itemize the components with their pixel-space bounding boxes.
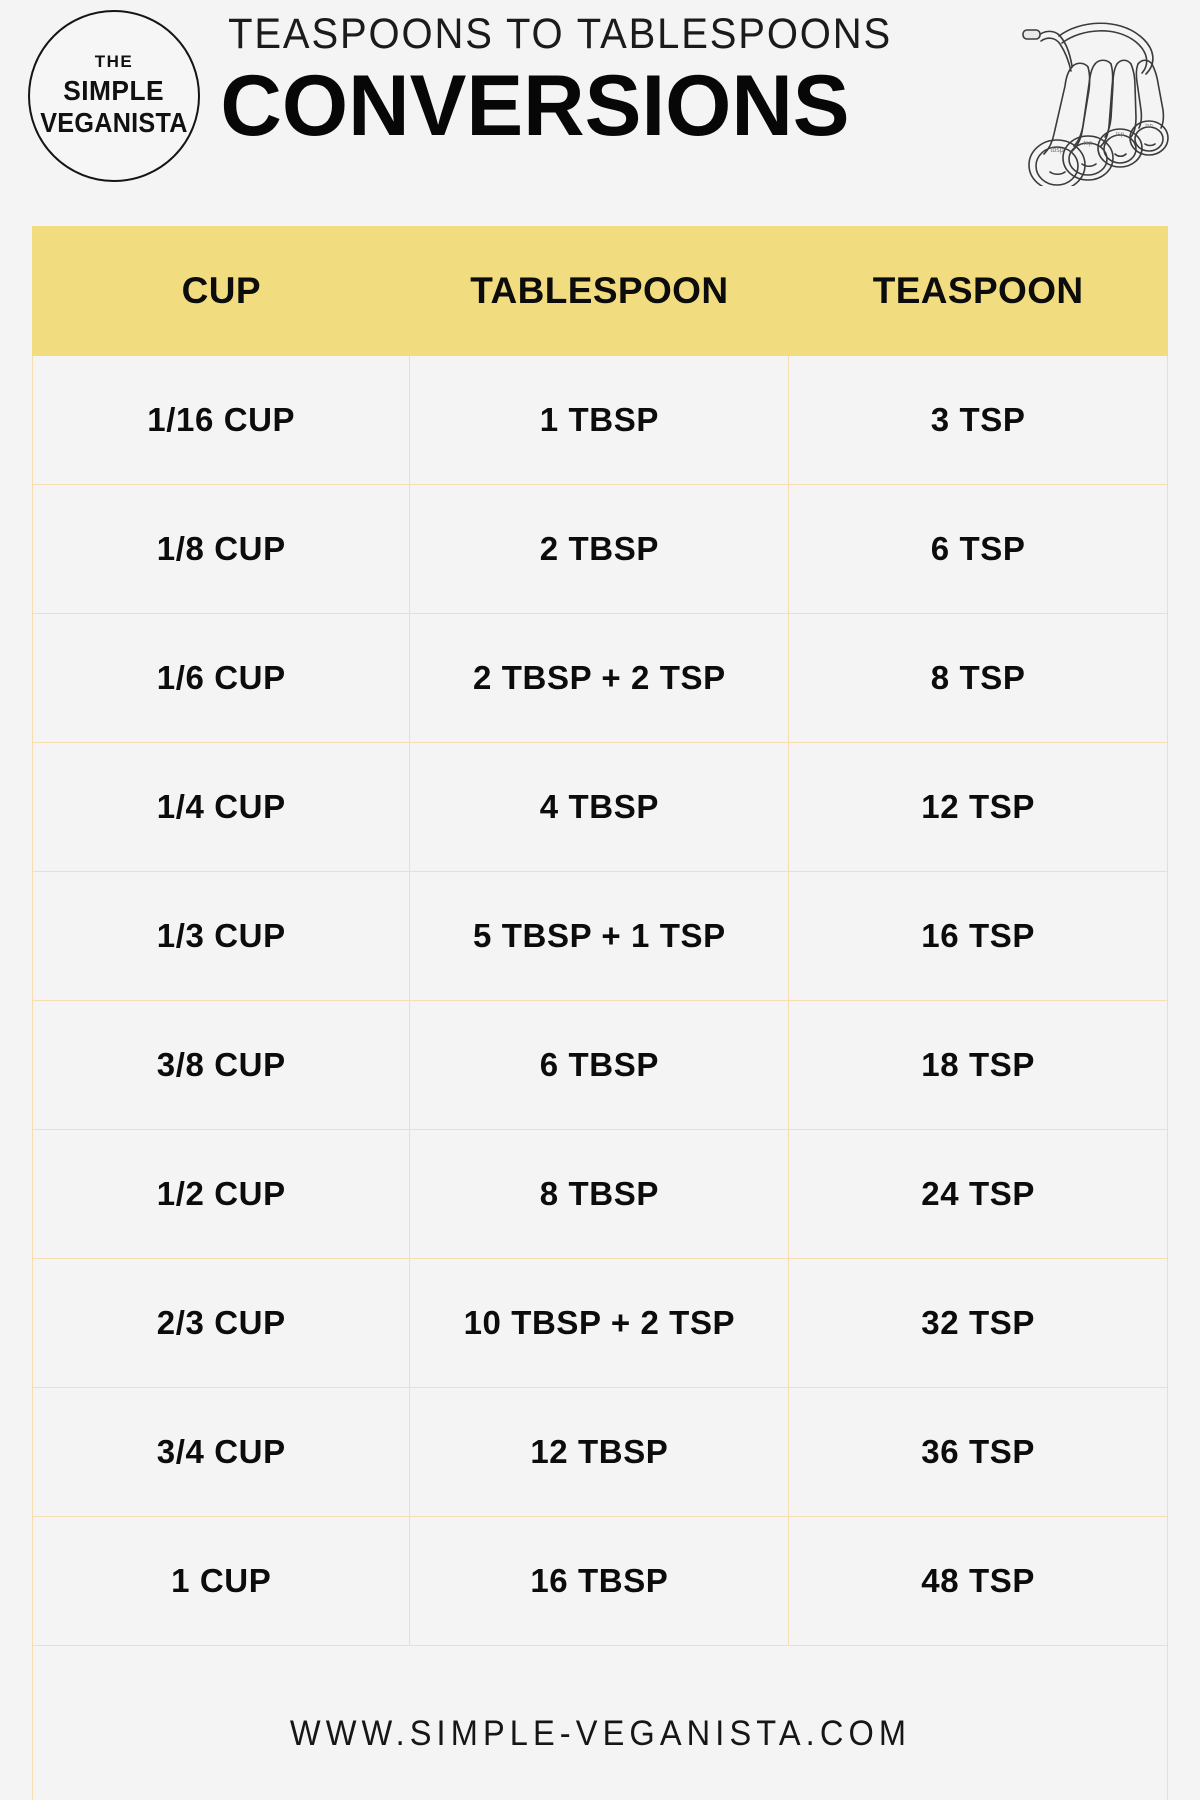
conversion-chart-page: THE SIMPLE VEGANISTA TEASPOONS TO TABLES… <box>0 0 1200 1800</box>
cell-teaspoon: 6 TSP <box>788 484 1168 614</box>
table-body: 1/16 CUP 1 TBSP 3 TSP 1/8 CUP 2 TBSP 6 T… <box>31 355 1168 1800</box>
table-row: 3/4 CUP 12 TBSP 36 TSP <box>31 1387 1168 1517</box>
cell-tablespoon: 4 TBSP <box>409 742 790 872</box>
cell-cup: 1 CUP <box>31 1516 411 1646</box>
svg-text:tsp: tsp <box>1116 132 1125 138</box>
cell-cup: 3/4 CUP <box>31 1387 411 1517</box>
conversion-table: CUP TABLESPOON TEASPOON 1/16 CUP 1 TBSP … <box>31 226 1168 1800</box>
cell-teaspoon: 32 TSP <box>788 1258 1168 1388</box>
logo-text-simple: SIMPLE <box>63 74 165 106</box>
column-header-tablespoon: TABLESPOON <box>409 226 790 356</box>
table-row: 2/3 CUP 10 TBSP + 2 TSP 32 TSP <box>31 1258 1168 1388</box>
logo-text-veganista: VEGANISTA <box>40 106 188 138</box>
table-row: 1/2 CUP 8 TBSP 24 TSP <box>31 1129 1168 1259</box>
cell-cup: 1/2 CUP <box>31 1129 411 1259</box>
cell-cup: 3/8 CUP <box>31 1000 411 1130</box>
title-block: TEASPOONS TO TABLESPOONS CONVERSIONS <box>205 10 893 155</box>
table-row: 3/8 CUP 6 TBSP 18 TSP <box>31 1000 1168 1130</box>
table-row: 1/4 CUP 4 TBSP 12 TSP <box>31 742 1168 872</box>
page-header: THE SIMPLE VEGANISTA TEASPOONS TO TABLES… <box>0 0 1200 210</box>
table-row: 1/16 CUP 1 TBSP 3 TSP <box>31 355 1168 485</box>
cell-tablespoon: 10 TBSP + 2 TSP <box>409 1258 790 1388</box>
table-row: 1/3 CUP 5 TBSP + 1 TSP 16 TSP <box>31 871 1168 1001</box>
cell-teaspoon: 3 TSP <box>788 355 1168 485</box>
cell-tablespoon: 16 TBSP <box>409 1516 790 1646</box>
cell-teaspoon: 16 TSP <box>788 871 1168 1001</box>
cell-tablespoon: 5 TBSP + 1 TSP <box>409 871 790 1001</box>
cell-tablespoon: 12 TBSP <box>409 1387 790 1517</box>
svg-text:tbsp: tbsp <box>1050 147 1063 154</box>
measuring-spoons-icon: tbsp tsp tsp tsp <box>1010 14 1186 191</box>
cell-cup: 1/6 CUP <box>31 613 411 743</box>
cell-tablespoon: 2 TBSP + 2 TSP <box>409 613 790 743</box>
cell-cup: 1/4 CUP <box>31 742 411 872</box>
cell-cup: 1/16 CUP <box>31 355 411 485</box>
cell-teaspoon: 48 TSP <box>788 1516 1168 1646</box>
cell-tablespoon: 1 TBSP <box>409 355 790 485</box>
svg-text:tsp: tsp <box>1145 123 1152 129</box>
svg-text:tsp: tsp <box>1084 140 1093 147</box>
cell-teaspoon: 24 TSP <box>788 1129 1168 1259</box>
page-title: CONVERSIONS <box>220 58 850 155</box>
cell-tablespoon: 8 TBSP <box>409 1129 790 1259</box>
cell-teaspoon: 18 TSP <box>788 1000 1168 1130</box>
cell-cup: 2/3 CUP <box>31 1258 411 1388</box>
cell-cup: 1/3 CUP <box>31 871 411 1001</box>
website-url: WWW.SIMPLE-VEGANISTA.COM <box>71 1645 1129 1800</box>
cell-cup: 1/8 CUP <box>31 484 411 614</box>
cell-teaspoon: 12 TSP <box>788 742 1168 872</box>
cell-tablespoon: 6 TBSP <box>409 1000 790 1130</box>
page-subtitle: TEASPOONS TO TABLESPOONS <box>228 10 893 58</box>
cell-teaspoon: 8 TSP <box>788 613 1168 743</box>
column-header-cup: CUP <box>31 226 411 356</box>
brand-logo: THE SIMPLE VEGANISTA <box>28 10 200 182</box>
table-row: 1/6 CUP 2 TBSP + 2 TSP 8 TSP <box>31 613 1168 743</box>
table-row: 1 CUP 16 TBSP 48 TSP <box>31 1516 1168 1646</box>
logo-text-the: THE <box>94 51 134 71</box>
table-footer-row: WWW.SIMPLE-VEGANISTA.COM <box>33 1645 1168 1800</box>
table-row: 1/8 CUP 2 TBSP 6 TSP <box>31 484 1168 614</box>
cell-teaspoon: 36 TSP <box>788 1387 1168 1517</box>
column-header-teaspoon: TEASPOON <box>788 226 1168 356</box>
cell-tablespoon: 2 TBSP <box>409 484 790 614</box>
table-header-row: CUP TABLESPOON TEASPOON <box>31 226 1168 356</box>
